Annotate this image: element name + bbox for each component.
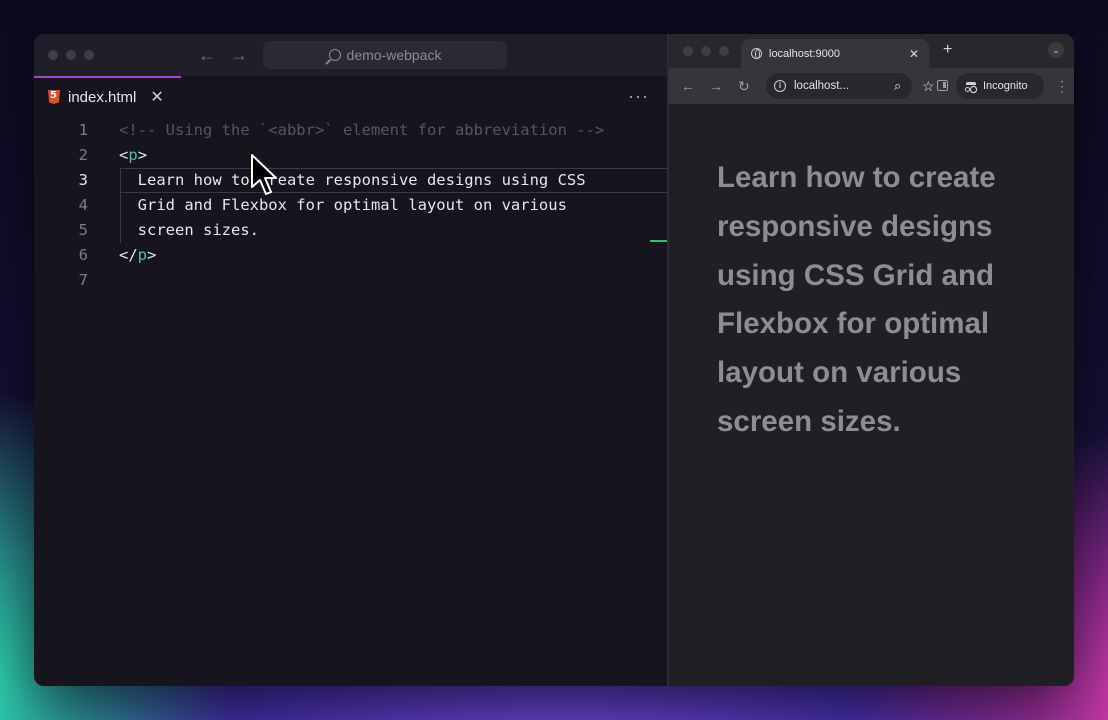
line-number: 6 (78, 246, 88, 264)
tab-index-html[interactable]: index.html ✕ (34, 76, 181, 116)
line-source: Learn how to create responsive designs u… (119, 168, 586, 193)
line-number: 4 (78, 196, 88, 214)
browser-maximize-button[interactable] (719, 46, 729, 56)
app-window: ← → demo-webpack index.html ✕ ··· 1 <!-- … (34, 34, 1074, 686)
code-line[interactable]: 5 screen sizes. (34, 218, 667, 243)
code-token: Grid and Flexbox for optimal layout on v… (119, 196, 567, 214)
close-window-button[interactable] (48, 50, 58, 60)
line-number: 1 (78, 121, 88, 139)
editor-titlebar: ← → demo-webpack (34, 34, 667, 76)
line-source: </p> (119, 243, 156, 268)
code-token: > (137, 146, 148, 164)
close-tab-icon[interactable]: ✕ (150, 87, 163, 107)
browser-tab[interactable]: localhost:9000 ✕ (741, 39, 929, 68)
site-info-icon[interactable]: i (774, 80, 786, 92)
browser-back-icon[interactable]: ← (681, 77, 695, 95)
minimize-window-button[interactable] (66, 50, 76, 60)
browser-close-button[interactable] (683, 46, 693, 56)
line-number: 2 (78, 146, 88, 164)
browser-menu-icon[interactable]: ⋮ (1055, 77, 1069, 95)
side-panel-icon[interactable] (931, 77, 948, 95)
code-line[interactable]: 2 <p> (34, 143, 667, 168)
line-source: screen sizes. (119, 218, 259, 243)
code-token: < (119, 146, 129, 164)
incognito-icon (965, 81, 977, 92)
code-token: <!-- Using the `<abbr>` element for abbr… (119, 121, 605, 139)
code-token: Learn how to create responsive designs u… (119, 171, 586, 189)
incognito-badge[interactable]: Incognito (956, 73, 1044, 99)
browser-window: localhost:9000 ✕ + ⌄ ← → ↻ i localhost..… (669, 34, 1074, 686)
code-token: p (128, 146, 138, 164)
maximize-window-button[interactable] (84, 50, 94, 60)
command-center-search[interactable]: demo-webpack (263, 41, 507, 69)
address-bar[interactable]: i localhost... (766, 73, 912, 99)
code-editor: ← → demo-webpack index.html ✕ ··· 1 <!-- … (34, 34, 667, 686)
close-browser-tab-icon[interactable]: ✕ (909, 47, 919, 61)
incognito-label: Incognito (983, 80, 1028, 92)
new-tab-icon[interactable]: + (943, 41, 952, 59)
browser-forward-icon[interactable]: → (709, 77, 723, 95)
globe-icon (751, 48, 762, 60)
line-number: 5 (78, 221, 88, 239)
code-token: screen sizes. (119, 221, 259, 239)
line-source: <!-- Using the `<abbr>` element for abbr… (119, 118, 604, 143)
address-text: localhost... (794, 80, 849, 92)
command-center-label: demo-webpack (346, 47, 442, 63)
code-line[interactable]: 1 <!-- Using the `<abbr>` element for abb… (34, 118, 667, 143)
code-line[interactable]: 4 Grid and Flexbox for optimal layout on… (34, 193, 667, 218)
window-controls[interactable] (48, 50, 94, 60)
line-source: <p> (119, 143, 147, 168)
browser-toolbar: ← → ↻ i localhost... ⌕ ☆ Incognito ⋮ (669, 68, 1074, 104)
line-number: 3 (78, 171, 88, 189)
reload-icon[interactable]: ↻ (738, 77, 750, 95)
search-icon (328, 49, 341, 61)
line-source: Grid and Flexbox for optimal layout on v… (119, 193, 567, 218)
mouse-cursor-icon (251, 154, 277, 195)
line-number: 7 (78, 271, 88, 289)
more-actions-icon[interactable]: ··· (628, 86, 649, 107)
forward-arrow-icon[interactable]: → (230, 45, 248, 65)
back-arrow-icon[interactable]: ← (198, 45, 216, 65)
code-token: > (147, 246, 157, 264)
html5-file-icon (48, 90, 60, 104)
code-line[interactable]: 6 </p> (34, 243, 667, 268)
browser-tab-strip: localhost:9000 ✕ + ⌄ (669, 34, 1074, 68)
browser-window-controls[interactable] (683, 46, 729, 56)
tab-label: index.html (68, 88, 137, 106)
editor-tab-bar: index.html ✕ ··· (34, 76, 667, 116)
code-line[interactable]: 3 Learn how to create responsive designs… (34, 168, 667, 193)
rendered-paragraph: Learn how to create responsive designs u… (717, 161, 996, 438)
zoom-icon[interactable]: ⌕ (894, 77, 901, 95)
page-viewport: Learn how to create responsive designs u… (669, 104, 1074, 686)
browser-minimize-button[interactable] (701, 46, 711, 56)
code-token: p (137, 246, 148, 264)
code-line[interactable]: 7 (34, 268, 667, 293)
code-token: </ (119, 246, 138, 264)
browser-tab-title: localhost:9000 (769, 47, 840, 60)
tab-search-chevron-icon[interactable]: ⌄ (1048, 42, 1064, 58)
